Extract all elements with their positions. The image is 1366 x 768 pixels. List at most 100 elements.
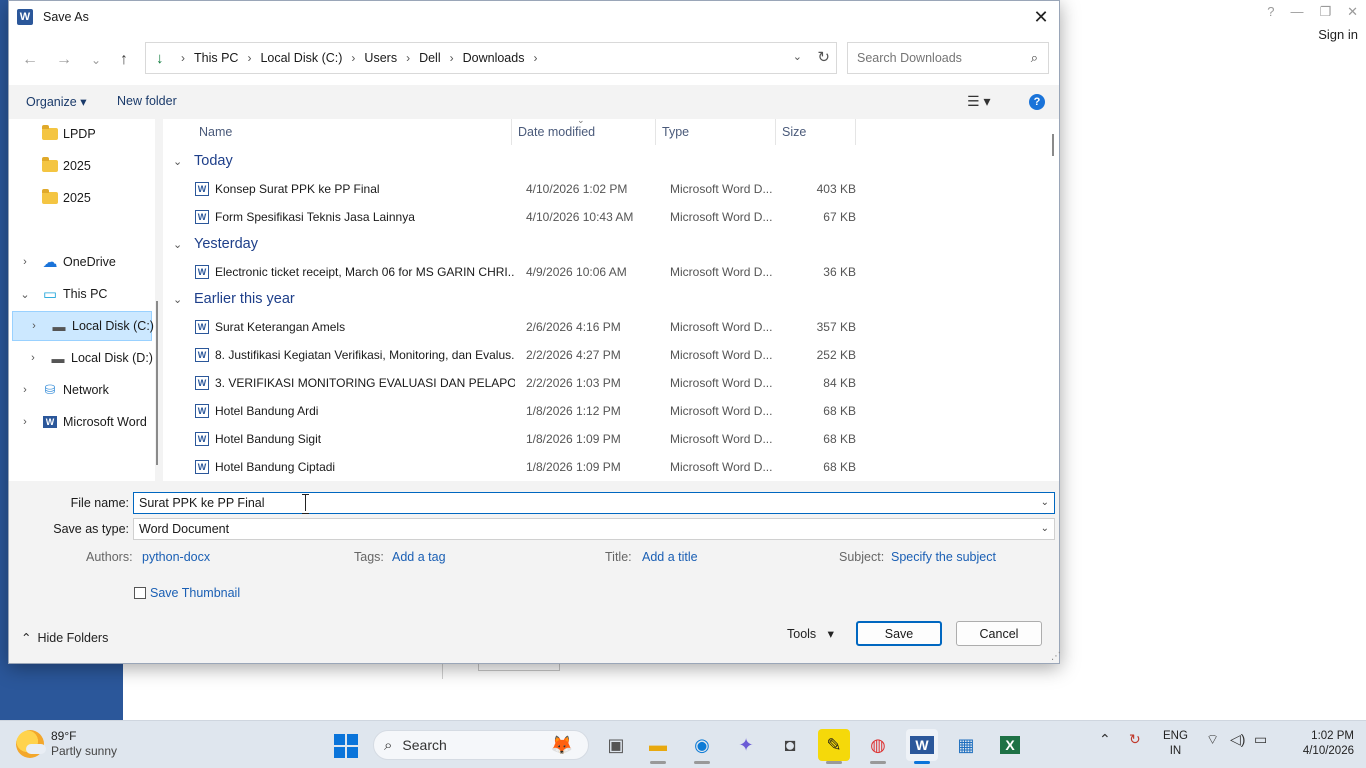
column-divider[interactable] <box>775 119 776 145</box>
chevron-right-icon[interactable]: › <box>19 384 31 396</box>
copilot-icon[interactable]: ✦ <box>730 729 762 761</box>
breadcrumb-item[interactable]: Dell <box>419 51 441 65</box>
refresh-icon[interactable]: ↻ <box>817 48 830 66</box>
nav-item-2025[interactable]: 2025 <box>9 183 155 213</box>
breadcrumb-item[interactable]: Users <box>364 51 397 65</box>
file-name-value[interactable]: Surat PPK ke PP Final <box>139 496 265 510</box>
breadcrumb-item[interactable]: This PC <box>194 51 238 65</box>
chevron-right-icon[interactable]: › <box>27 352 39 364</box>
nav-item-local-disk-c[interactable]: › ▬ Local Disk (C:) <box>12 311 154 341</box>
battery-icon[interactable]: ▭ <box>1254 731 1267 748</box>
search-input[interactable] <box>857 51 1017 65</box>
save-button[interactable]: Save <box>856 621 942 646</box>
column-divider[interactable] <box>855 119 856 145</box>
search-icon[interactable]: ⌕ <box>1031 50 1038 66</box>
new-folder-button[interactable]: New folder <box>117 94 177 108</box>
authors-value[interactable]: python-docx <box>142 550 210 564</box>
sticky-notes-icon[interactable]: ✎ <box>818 729 850 764</box>
help-icon[interactable]: ? <box>1029 94 1045 110</box>
wifi-icon[interactable]: ⌔ <box>1206 731 1219 749</box>
column-header-type[interactable]: Type <box>662 119 689 145</box>
task-view-icon[interactable]: ▣ <box>600 729 632 761</box>
save-as-type-dropdown-icon[interactable]: ⌄ <box>1041 523 1049 534</box>
address-dropdown-icon[interactable]: ⌄ <box>793 50 802 63</box>
resize-grip-icon[interactable]: ⋰ <box>1051 651 1061 662</box>
search-box[interactable]: ⌕ <box>847 42 1049 74</box>
file-row[interactable]: W Electronic ticket receipt, March 06 for… <box>185 258 865 286</box>
breadcrumb-separator-icon[interactable]: › <box>406 51 410 65</box>
nav-item-onedrive[interactable]: › ☁ OneDrive <box>9 247 155 277</box>
breadcrumb-separator-icon[interactable]: › <box>351 51 355 65</box>
hide-folders-button[interactable]: ⌃ Hide Folders <box>21 630 108 646</box>
address-bar[interactable]: ↓ › This PC › Local Disk (C:) › Users › Dell › Do… <box>145 42 837 74</box>
word-taskbar-icon[interactable]: W <box>906 729 938 764</box>
title-value[interactable]: Add a title <box>642 550 698 564</box>
help-icon[interactable]: ? <box>1267 4 1274 20</box>
chrome-icon[interactable]: ◍ <box>862 729 894 764</box>
nav-item-2025[interactable]: 2025 <box>9 151 155 181</box>
group-header[interactable]: ⌄ Yesterday <box>173 233 258 255</box>
file-row[interactable]: W Hotel Bandung Ciptadi 1/8/2026 1:09 PM Mi… <box>185 453 865 481</box>
organize-button[interactable]: Organize ▾ <box>26 94 86 109</box>
save-as-type-value[interactable]: Word Document <box>139 522 229 536</box>
navigation-pane-scroll-thumb[interactable] <box>156 301 158 465</box>
file-row[interactable]: W Hotel Bandung Sigit 1/8/2026 1:09 PM Micr… <box>185 425 865 453</box>
file-row[interactable]: W Hotel Bandung Ardi 1/8/2026 1:12 PM Micro… <box>185 397 865 425</box>
sign-in-link[interactable]: Sign in <box>1318 27 1358 42</box>
chevron-right-icon[interactable]: › <box>19 416 31 428</box>
nav-item-microsoft-word[interactable]: › W Microsoft Word <box>9 407 155 437</box>
file-row[interactable]: W Konsep Surat PPK ke PP Final 4/10/2026 1… <box>185 175 865 203</box>
back-arrow-icon[interactable]: ← <box>19 49 41 71</box>
camera-icon[interactable]: ◘ <box>774 729 806 761</box>
system-clock[interactable]: 1:02 PM 4/10/2026 <box>1290 729 1354 759</box>
save-thumbnail-label[interactable]: Save Thumbnail <box>150 586 240 600</box>
file-row[interactable]: W 3. VERIFIKASI MONITORING EVALUASI DAN P… <box>185 369 865 397</box>
nav-item-local-disk-d[interactable]: › ▬ Local Disk (D:) <box>9 343 155 373</box>
nav-item-this-pc[interactable]: ⌄ ▭ This PC <box>9 279 155 309</box>
dialog-close-button[interactable]: ✕ <box>1029 5 1053 29</box>
restore-icon[interactable]: ❐ <box>1319 4 1331 20</box>
view-options-icon[interactable]: ☰ ▾ <box>967 93 990 110</box>
chevron-right-icon[interactable]: › <box>19 256 31 268</box>
file-row[interactable]: W Form Spesifikasi Teknis Jasa Lainnya 4/1… <box>185 203 865 231</box>
column-header-date[interactable]: Date modified <box>518 119 595 145</box>
chevron-right-icon[interactable]: › <box>28 320 40 332</box>
file-row[interactable]: W 8. Justifikasi Kegiatan Verifikasi, Mon… <box>185 341 865 369</box>
file-row[interactable]: W Surat Keterangan Amels 2/6/2026 4:16 PM M… <box>185 313 865 341</box>
file-name-field[interactable]: Surat PPK ke PP Final ⌄ <box>133 492 1055 514</box>
save-thumbnail-checkbox[interactable] <box>134 587 146 599</box>
update-icon[interactable]: ↻ <box>1129 731 1141 748</box>
file-list-scroll-thumb[interactable] <box>1052 134 1054 156</box>
language-indicator[interactable]: ENG IN <box>1163 729 1188 759</box>
cancel-button[interactable]: Cancel <box>956 621 1042 646</box>
nav-item-network[interactable]: › ⛁ Network <box>9 375 155 405</box>
save-as-type-select[interactable]: Word Document ⌄ <box>133 518 1055 540</box>
file-list-scrollbar[interactable] <box>1047 119 1059 481</box>
nav-item-lpdp[interactable]: LPDP <box>9 119 155 149</box>
group-header[interactable]: ⌄ Today <box>173 150 233 172</box>
subject-value[interactable]: Specify the subject <box>891 550 996 564</box>
breadcrumb-separator-icon[interactable]: › <box>450 51 454 65</box>
file-explorer-icon[interactable]: ▬ <box>642 729 674 764</box>
breadcrumb-separator-icon[interactable]: › <box>247 51 251 65</box>
weather-widget[interactable]: 89°F Partly sunny <box>16 729 117 759</box>
breadcrumb-separator-icon[interactable]: › <box>181 51 185 65</box>
minimize-icon[interactable]: — <box>1290 4 1303 20</box>
taskbar-search[interactable]: ⌕ Search 🦊 <box>373 730 589 760</box>
edge-icon[interactable]: ◉ <box>686 729 718 764</box>
tray-overflow-icon[interactable]: ⌃ <box>1099 731 1111 748</box>
start-button[interactable] <box>334 734 358 758</box>
close-icon[interactable]: ✕ <box>1347 4 1358 20</box>
file-name-dropdown-icon[interactable]: ⌄ <box>1041 497 1049 508</box>
group-header[interactable]: ⌄ Earlier this year <box>173 288 295 310</box>
breadcrumb-separator-icon[interactable]: › <box>533 51 537 65</box>
tools-button[interactable]: Tools ▾ <box>787 626 834 641</box>
recent-locations-icon[interactable]: ⌄ <box>85 49 107 71</box>
chevron-down-icon[interactable]: ⌄ <box>19 288 31 301</box>
tags-value[interactable]: Add a tag <box>392 550 446 564</box>
up-arrow-icon[interactable]: ↑ <box>113 49 135 71</box>
column-header-name[interactable]: Name <box>199 119 232 145</box>
excel-icon[interactable]: X <box>994 729 1026 761</box>
column-header-size[interactable]: Size <box>782 119 806 145</box>
breadcrumb-item[interactable]: Downloads <box>463 51 525 65</box>
